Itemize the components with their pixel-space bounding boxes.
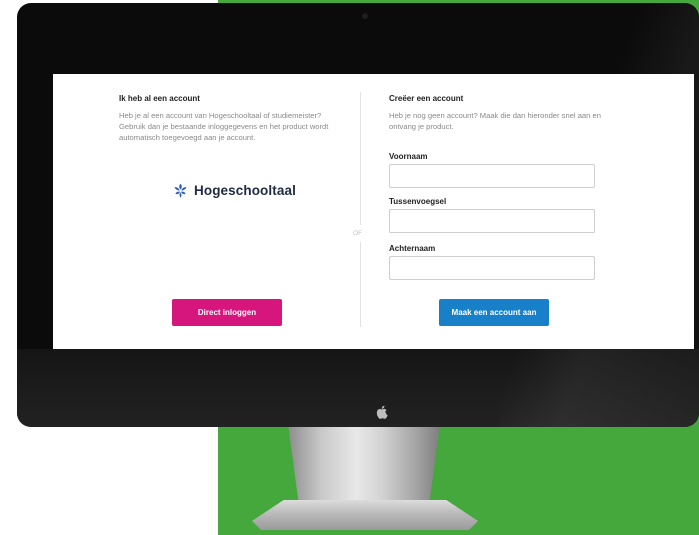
- infix-input[interactable]: [389, 209, 595, 233]
- direct-login-button[interactable]: Direct inloggen: [172, 299, 282, 326]
- last-name-label: Achternaam: [389, 244, 436, 253]
- monitor-stand-base: [252, 500, 478, 530]
- logo-text: Hogeschooltaal: [194, 183, 296, 198]
- divider-or-label: OF: [353, 230, 363, 237]
- hogeschooltaal-logo: Hogeschooltaal: [172, 182, 296, 199]
- register-description: Heb je nog geen account? Maak die dan hi…: [389, 111, 601, 131]
- mockup-scene: Ik heb al een account Heb je al een acco…: [0, 0, 699, 535]
- first-name-input[interactable]: [389, 164, 595, 188]
- create-account-button[interactable]: Maak een account aan: [439, 299, 549, 326]
- divider-line-top: [360, 92, 361, 225]
- apple-logo-icon: [376, 405, 388, 419]
- login-heading: Ik heb al een account: [119, 94, 200, 103]
- screen-content: Ik heb al een account Heb je al een acco…: [53, 74, 694, 349]
- last-name-input[interactable]: [389, 256, 595, 280]
- infix-label: Tussenvoegsel: [389, 197, 447, 206]
- divider-line-bottom: [360, 242, 361, 327]
- first-name-label: Voornaam: [389, 152, 428, 161]
- login-description: Heb je al een account van Hogeschooltaal…: [119, 111, 329, 142]
- register-heading: Creëer een account: [389, 94, 464, 103]
- hogeschooltaal-logo-icon: [174, 183, 187, 198]
- camera-dot: [362, 13, 368, 19]
- monitor-chin: [17, 349, 699, 427]
